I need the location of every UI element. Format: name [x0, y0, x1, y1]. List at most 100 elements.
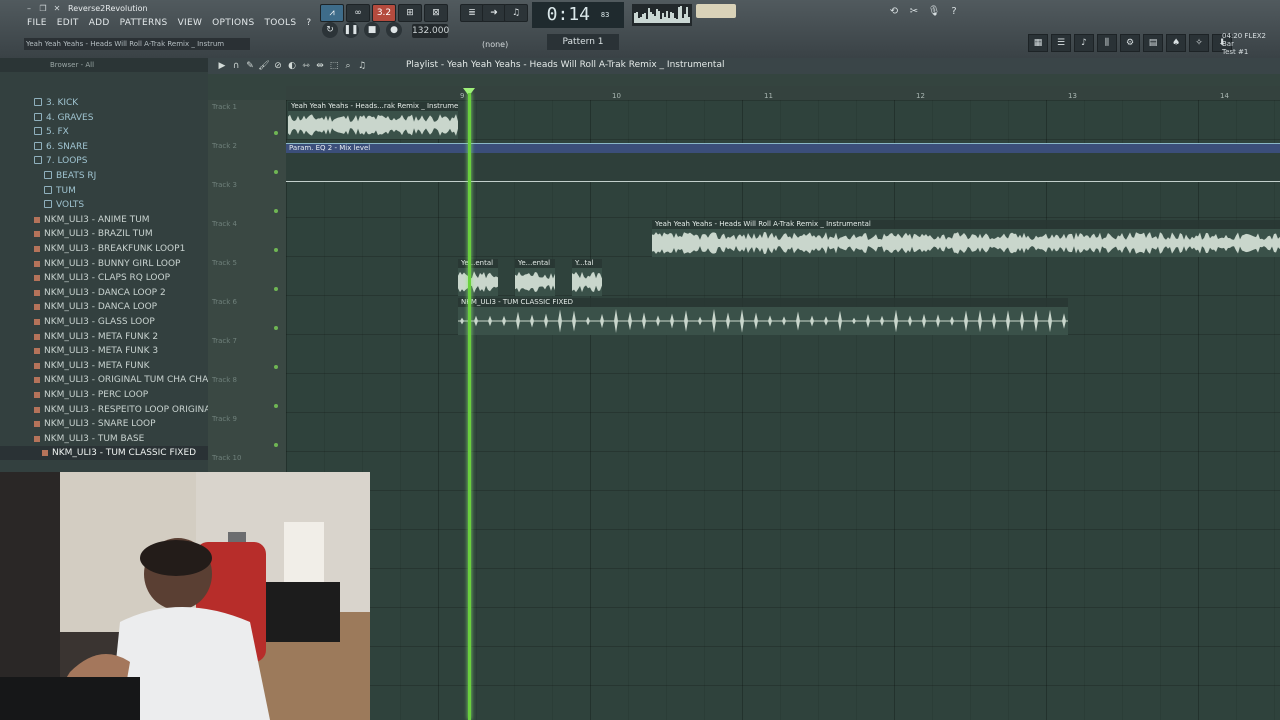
track-enable-led[interactable] [274, 443, 278, 447]
play-mode-icon[interactable]: ▶ [216, 60, 228, 72]
mic-icon[interactable]: 🎙 [926, 4, 942, 20]
pencil-icon[interactable]: ✎ [244, 60, 256, 72]
cut-icon[interactable]: ✂ [906, 4, 922, 20]
time-ruler[interactable]: 9 10 11 12 13 14 [286, 86, 1280, 100]
slice-icon[interactable]: ⇹ [314, 60, 326, 72]
browser-item[interactable]: NKM_ULI3 - CLAPS RQ LOOP [0, 271, 242, 285]
track-enable-led[interactable] [274, 248, 278, 252]
track-header[interactable]: Track 9 [208, 412, 286, 452]
blend-notes-icon[interactable]: ⊠ [424, 4, 448, 22]
waveform-shape [572, 271, 602, 293]
browser-item[interactable]: 5. FX [0, 125, 242, 139]
browser-item[interactable]: 3. KICK [0, 96, 242, 110]
plugin-icon[interactable]: ⚙ [1120, 34, 1140, 52]
minimize-icon[interactable]: – [24, 4, 34, 14]
track-header[interactable]: Track 3 [208, 178, 286, 218]
browser-item[interactable]: NKM_ULI3 - BUNNY GIRL LOOP [0, 257, 242, 271]
pattern-selector[interactable]: Pattern 1 [547, 34, 619, 50]
speaker-icon[interactable]: ♫ [356, 60, 368, 72]
menu-patterns[interactable]: PATTERNS [115, 18, 173, 28]
arrangement-grid[interactable] [286, 100, 1280, 720]
track-header[interactable]: Track 4 [208, 217, 286, 257]
slip-icon[interactable]: ⇿ [300, 60, 312, 72]
browser-item[interactable]: NKM_ULI3 - DANCA LOOP 2 [0, 286, 242, 300]
snap-icon[interactable]: ≣ [460, 4, 484, 22]
track-enable-led[interactable] [274, 209, 278, 213]
sampler-icon[interactable]: ♠ [1166, 34, 1186, 52]
tempo-display[interactable]: 132.000 [412, 24, 449, 38]
browser-item[interactable]: 4. GRAVES [0, 111, 242, 125]
track-header[interactable]: Track 1 [208, 100, 286, 140]
zoom-icon[interactable]: ⌕ [342, 60, 354, 72]
countdown-badge[interactable]: 3.2 [372, 4, 396, 22]
browser-icon[interactable]: ▤ [1143, 34, 1163, 52]
track-enable-led[interactable] [274, 404, 278, 408]
delete-icon[interactable]: ⊘ [272, 60, 284, 72]
channel-rack-icon[interactable]: ☰ [1051, 34, 1071, 52]
browser-item[interactable]: NKM_ULI3 - RESPEITO LOOP ORIGINAL [0, 403, 242, 417]
record-icon[interactable]: ● [386, 22, 402, 38]
playlist-window-icon[interactable]: ▦ [1028, 34, 1048, 52]
piano-roll-icon[interactable]: ♪ [1074, 34, 1094, 52]
audio-clip-main[interactable]: Yeah Yeah Yeahs - Heads Will Roll A-Trak… [652, 220, 1280, 257]
restore-icon[interactable]: ❐ [38, 4, 48, 14]
browser-item[interactable]: NKM_ULI3 - DANCA LOOP [0, 300, 242, 314]
stop-icon[interactable]: ■ [364, 22, 380, 38]
browser-item[interactable]: NKM_ULI3 - META FUNK 3 [0, 344, 242, 358]
help-icon[interactable]: ? [946, 4, 962, 20]
audio-clip-chop-3[interactable]: Y...tal [572, 259, 602, 296]
menu-file[interactable]: FILE [22, 18, 52, 28]
bell-icon[interactable]: ♫ [504, 4, 528, 22]
metronome-icon[interactable]: ⩘ [320, 4, 344, 22]
menu-help[interactable]: ? [301, 18, 316, 28]
track-header[interactable]: Track 7 [208, 334, 286, 374]
browser-item[interactable]: 6. SNARE [0, 140, 242, 154]
menu-add[interactable]: ADD [84, 18, 115, 28]
browser-item[interactable]: NKM_ULI3 - META FUNK [0, 359, 242, 373]
track-enable-led[interactable] [274, 326, 278, 330]
tuner-icon[interactable]: ✧ [1189, 34, 1209, 52]
track-enable-led[interactable] [274, 131, 278, 135]
track-header[interactable]: Track 5 [208, 256, 286, 296]
browser-item[interactable]: NKM_ULI3 - BREAKFUNK LOOP1 [0, 242, 242, 256]
browser-item[interactable]: NKM_ULI3 - BRAZIL TUM [0, 227, 242, 241]
arrow-right-icon[interactable]: ➜ [482, 4, 506, 22]
browser-item[interactable]: NKM_ULI3 - PERC LOOP [0, 388, 242, 402]
track-header[interactable]: Track 6 [208, 295, 286, 335]
step-edit-icon[interactable]: ⊞ [398, 4, 422, 22]
wait-input-icon[interactable]: ∞ [346, 4, 370, 22]
audio-clip-chop-2[interactable]: Ye...ental [515, 259, 555, 296]
menu-options[interactable]: OPTIONS [207, 18, 259, 28]
audio-clip-1[interactable]: Yeah Yeah Yeahs - Heads...rak Remix _ In… [288, 102, 458, 139]
mixer-icon[interactable]: ⫼ [1097, 34, 1117, 52]
playhead[interactable] [468, 93, 471, 720]
undo-icon[interactable]: ⟲ [886, 4, 902, 20]
browser-item[interactable]: NKM_ULI3 - SNARE LOOP [0, 417, 242, 431]
track-enable-led[interactable] [274, 365, 278, 369]
menu-edit[interactable]: EDIT [52, 18, 84, 28]
browser-item[interactable]: 7. LOOPS [0, 154, 242, 168]
select-icon[interactable]: ⬚ [328, 60, 340, 72]
mute-icon[interactable]: ◐ [286, 60, 298, 72]
browser-item[interactable]: NKM_ULI3 - ORIGINAL TUM CHA CHA [0, 373, 242, 387]
snap-magnet-icon[interactable]: ∩ [230, 60, 242, 72]
automation-clip[interactable]: Param. EQ 2 - Mix level [286, 143, 1280, 182]
browser-item[interactable]: NKM_ULI3 - GLASS LOOP [0, 315, 242, 329]
plugin-preset-line2: Test #1 [1222, 48, 1249, 56]
loop-icon[interactable]: ↻ [322, 22, 338, 38]
track-header[interactable]: Track 8 [208, 373, 286, 413]
browser-item[interactable]: NKM_ULI3 - ANIME TUM [0, 213, 242, 227]
close-icon[interactable]: ✕ [52, 4, 62, 14]
brush-icon[interactable]: 🖌 [258, 60, 270, 72]
pause-icon[interactable]: ❚❚ [343, 22, 359, 38]
audio-clip-chop-1[interactable]: Ye...ental [458, 259, 498, 296]
track-enable-led[interactable] [274, 287, 278, 291]
track-header[interactable]: Track 2 [208, 139, 286, 179]
menu-view[interactable]: VIEW [173, 18, 208, 28]
track-enable-led[interactable] [274, 170, 278, 174]
browser-item[interactable]: NKM_ULI3 - TUM BASE [0, 432, 242, 446]
browser-item[interactable]: NKM_ULI3 - META FUNK 2 [0, 330, 242, 344]
project-tools: ⟲ ✂ 🎙 ? [886, 4, 962, 20]
audio-clip-tum[interactable]: NKM_ULI3 - TUM CLASSIC FIXED [458, 298, 1068, 335]
menu-tools[interactable]: TOOLS [259, 18, 301, 28]
